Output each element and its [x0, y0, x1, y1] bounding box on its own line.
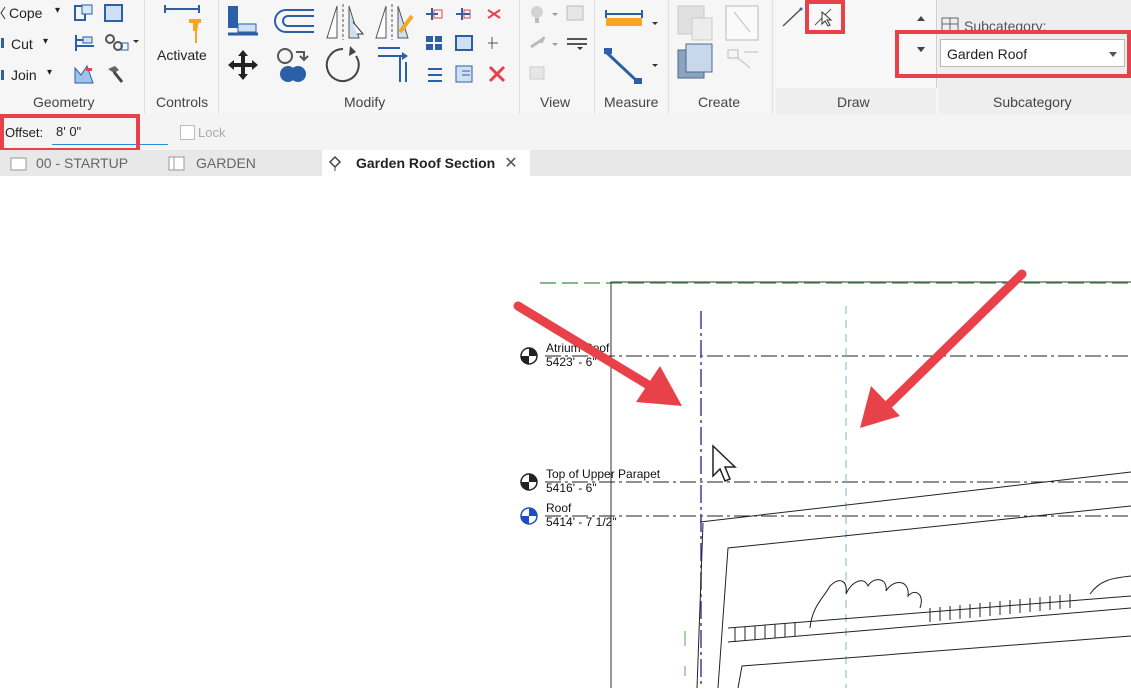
cope-icon	[0, 6, 6, 20]
planting	[809, 579, 922, 629]
line-tool-icon[interactable]	[781, 6, 805, 28]
lock-label: Lock	[198, 125, 226, 140]
hammer-icon[interactable]	[103, 63, 125, 85]
drawing-canvas[interactable]: Atrium Roof 5423' - 6" Top of Upper Para…	[0, 176, 1131, 689]
cut-button[interactable]: Cut	[11, 36, 33, 52]
level-elevation: 5416' - 6"	[546, 481, 597, 495]
measure-along-element-icon[interactable]	[602, 44, 664, 86]
level-head-top-of-upper-parapet[interactable]: Top of Upper Parapet 5416' - 6"	[520, 467, 661, 495]
paint-icon[interactable]	[72, 3, 96, 23]
gallery-scroll-up-icon[interactable]	[916, 14, 926, 22]
level-name: Roof	[546, 501, 572, 515]
level-elevation: 5414' - 7 1/2"	[546, 515, 617, 529]
join-button[interactable]: Join	[11, 67, 37, 83]
mirror-draw-axis-icon[interactable]	[372, 2, 414, 42]
activate-button[interactable]: Activate	[157, 47, 207, 63]
cope-dropdown-icon[interactable]: ▾	[55, 5, 60, 16]
tab-garden-roof-section[interactable]: Garden Roof Section ✕	[322, 150, 530, 176]
align-icon[interactable]	[226, 4, 260, 40]
split-face-icon[interactable]	[103, 3, 125, 23]
tab-label: Garden Roof Section	[356, 155, 496, 171]
ribbon: Cope ▾ Cut ▾ Join ▾ Geometry Activate Co…	[0, 0, 1131, 115]
trim-extend-icon[interactable]	[372, 44, 412, 84]
unpin-icon[interactable]	[424, 63, 508, 85]
panel-divider	[519, 0, 520, 114]
edit-profile-icon[interactable]	[72, 63, 96, 85]
level-head-roof[interactable]: Roof 5414' - 7 1/2"	[520, 501, 617, 529]
roof-panel	[717, 505, 1131, 689]
close-icon[interactable]: ✕	[504, 153, 517, 173]
balusters	[929, 594, 1071, 622]
tab-label: GARDEN	[196, 155, 256, 171]
activate-icon	[163, 3, 201, 45]
draw-panel-label: Draw	[837, 94, 870, 110]
cut-dropdown-icon[interactable]: ▾	[43, 36, 48, 47]
cursor-icon	[712, 444, 737, 482]
panel-divider	[218, 0, 219, 114]
subcategory-panel-label: Subcategory	[993, 94, 1072, 110]
view-tools-icon[interactable]	[527, 3, 591, 83]
level-elevation: 5423' - 6"	[546, 355, 597, 369]
geometry-panel-label: Geometry	[33, 94, 95, 110]
join-dropdown-icon[interactable]: ▾	[47, 67, 52, 78]
tab-garden[interactable]: GARDEN	[160, 150, 320, 176]
roof-edge	[699, 471, 1131, 523]
balusters	[734, 622, 796, 642]
create-component-icon[interactable]	[674, 2, 766, 86]
offset-icon[interactable]	[272, 6, 316, 36]
sheet-icon	[168, 156, 185, 171]
lock-checkbox[interactable]	[180, 125, 195, 140]
panel-divider	[594, 0, 595, 114]
panel-divider	[772, 0, 773, 114]
measure-between-references-icon[interactable]	[604, 8, 664, 36]
offset-highlight	[0, 114, 140, 152]
view-tabs: 00 - STARTUP GARDEN Garden Roof Section …	[0, 150, 1131, 176]
create-panel-label: Create	[698, 94, 741, 110]
array-icon[interactable]	[424, 33, 504, 55]
controls-panel-label: Controls	[156, 94, 209, 110]
measure-panel-label: Measure	[604, 94, 659, 110]
level-name: Top of Upper Parapet	[546, 467, 661, 481]
crop-region	[610, 281, 1131, 688]
wall-joins-icon[interactable]	[72, 32, 96, 54]
demolish-icon[interactable]	[103, 32, 139, 54]
subcategory-highlight	[895, 30, 1131, 78]
cope-button[interactable]: Cope	[9, 5, 42, 21]
cut-icon	[0, 36, 6, 50]
roof-edge	[696, 522, 704, 689]
modify-panel-label: Modify	[344, 94, 386, 110]
join-icon	[0, 68, 6, 82]
section-drawing: Atrium Roof 5423' - 6" Top of Upper Para…	[513, 269, 1131, 689]
roof-panel	[737, 635, 1131, 689]
sheet-icon	[10, 157, 27, 171]
section-view-icon	[328, 155, 342, 171]
tab-startup[interactable]: 00 - STARTUP	[0, 150, 160, 176]
panel-divider	[668, 0, 669, 114]
pick-lines-highlight	[805, 0, 845, 34]
options-bar: Offset: 8' 0" Lock	[0, 114, 1131, 152]
panel-divider	[144, 0, 145, 114]
planting	[1089, 575, 1131, 595]
rotate-icon[interactable]	[322, 44, 364, 86]
mirror-pick-axis-icon[interactable]	[323, 2, 367, 42]
annotation-arrow	[860, 269, 1027, 428]
move-icon[interactable]	[226, 48, 260, 82]
view-panel-label: View	[540, 94, 571, 110]
tab-label: 00 - STARTUP	[36, 155, 129, 171]
split-element-icon[interactable]	[424, 5, 504, 23]
copy-icon[interactable]	[274, 46, 310, 86]
